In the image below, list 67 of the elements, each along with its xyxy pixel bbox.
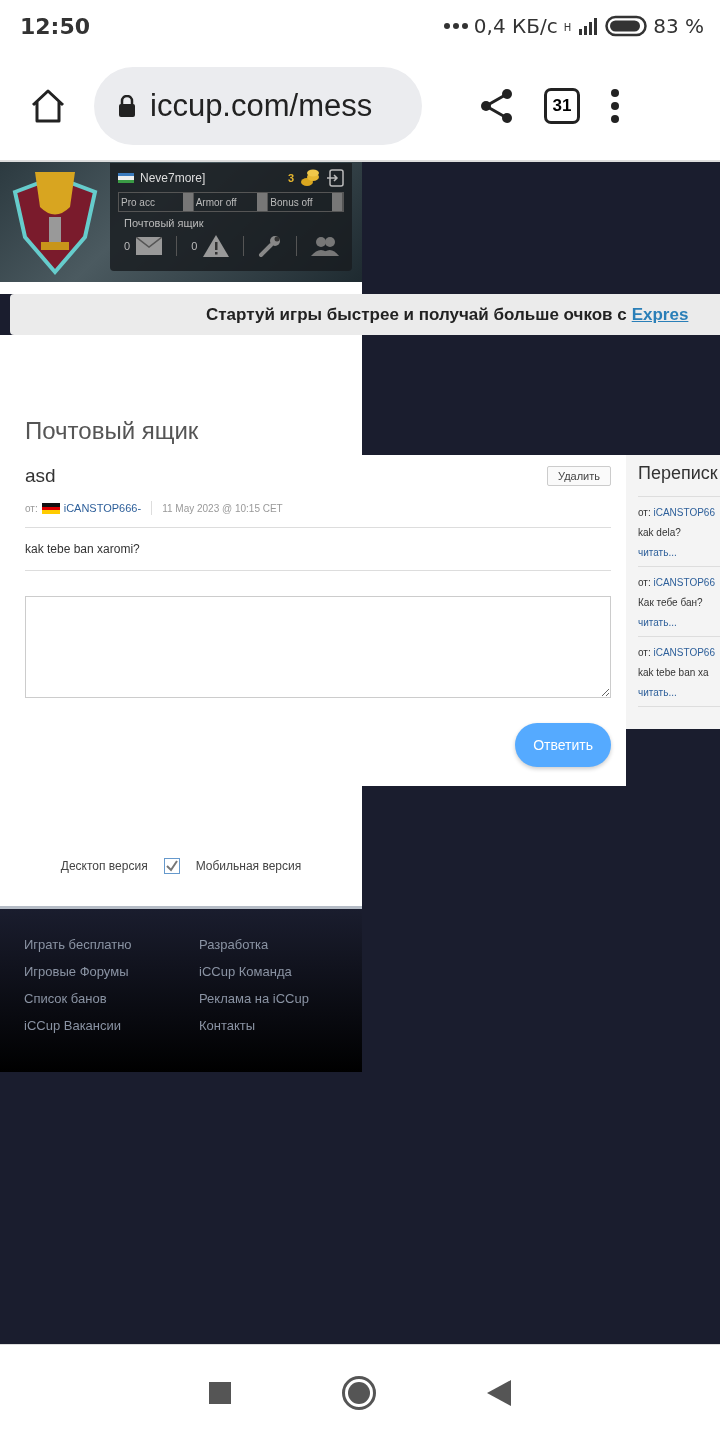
sender-link[interactable]: iCANSTOP66 [653, 647, 715, 658]
message-preview: kak tebe ban xa [638, 667, 710, 678]
delete-button[interactable]: Удалить [547, 466, 611, 486]
home-button-icon[interactable] [341, 1374, 377, 1411]
logout-icon[interactable] [326, 169, 344, 187]
network-type: H [563, 22, 572, 33]
flag-icon [118, 173, 134, 183]
sidebar-title: Переписк [638, 463, 720, 497]
footer-link[interactable]: Разработка [199, 937, 334, 952]
footer-link[interactable]: Контакты [199, 1018, 334, 1033]
envelope-icon[interactable] [136, 237, 163, 255]
back-icon[interactable] [487, 1379, 511, 1406]
page-title: Почтовый ящик [25, 417, 199, 445]
read-link[interactable]: читать... [638, 617, 720, 628]
footer-link[interactable]: iCCup Вакансии [24, 1018, 159, 1033]
warning-icon[interactable] [203, 235, 230, 257]
footer-link[interactable]: Играть бесплатно [24, 937, 159, 952]
flag-icon [41, 502, 60, 514]
reply-field[interactable] [25, 596, 611, 698]
from-label: от: [638, 507, 651, 518]
mailbox-label: Почтовый ящик [124, 217, 205, 229]
sender-link[interactable]: iCANSTOP66 [653, 507, 715, 518]
desktop-version-link[interactable]: Десктоп версия [60, 859, 148, 873]
toggle-switch[interactable]: Armor off [193, 193, 269, 211]
share-icon[interactable] [480, 88, 514, 124]
alert-count: 0 [191, 240, 198, 252]
wrench-icon[interactable] [258, 234, 283, 258]
version-checkbox[interactable] [163, 858, 180, 874]
more-notifications-icon [443, 23, 468, 29]
recents-icon[interactable] [209, 1381, 231, 1404]
home-icon[interactable] [30, 88, 66, 124]
toggle-switch[interactable]: Pro acc [119, 193, 194, 211]
users-icon[interactable] [311, 236, 340, 256]
promo-link[interactable]: Expres [631, 304, 689, 325]
mobile-version-label: Мобильная версия [195, 859, 302, 873]
from-label: от: [638, 577, 651, 588]
read-link[interactable]: читать... [638, 687, 720, 698]
battery-icon [605, 15, 648, 37]
toggle-switch[interactable]: Bonus off [268, 193, 343, 211]
from-label: от: [25, 502, 38, 514]
footer-link[interactable]: iCCup Команда [199, 964, 334, 979]
message-preview: Как тебе бан? [638, 597, 704, 608]
tab-count-button[interactable]: 31 [544, 88, 580, 124]
footer-link[interactable]: Список банов [24, 991, 159, 1006]
battery-level: 83 % [653, 14, 704, 38]
message-preview: kak dela? [638, 527, 682, 538]
coins-icon [300, 169, 320, 187]
from-label: от: [638, 647, 651, 658]
sender-link[interactable]: iCANSTOP666- [63, 502, 142, 514]
sender-link[interactable]: iCANSTOP66 [653, 577, 715, 588]
signal-icon [577, 17, 600, 35]
menu-icon[interactable] [610, 88, 620, 124]
footer-link[interactable]: Игровые Форумы [24, 964, 159, 979]
message-body: kak tebe ban xaromi? [25, 528, 611, 571]
mail-count: 0 [124, 240, 131, 252]
coin-count: 3 [287, 172, 294, 184]
promo-text: Стартуй игры быстрее и получай больше очков с [206, 304, 627, 325]
network-speed: 0,4 КБ/с [473, 14, 558, 38]
message-subject: asd [25, 465, 56, 487]
lock-icon [118, 95, 136, 117]
message-date: 11 May 2023 @ 10:15 CET [162, 502, 283, 514]
address-bar[interactable]: iccup.com/mess [94, 67, 422, 145]
read-link[interactable]: читать... [638, 547, 720, 558]
url-text: iccup.com/mess [150, 88, 373, 124]
username[interactable]: Neve7more] [140, 171, 282, 185]
footer-link[interactable]: Реклама на iCCup [199, 991, 334, 1006]
status-time: 12:50 [20, 13, 91, 39]
